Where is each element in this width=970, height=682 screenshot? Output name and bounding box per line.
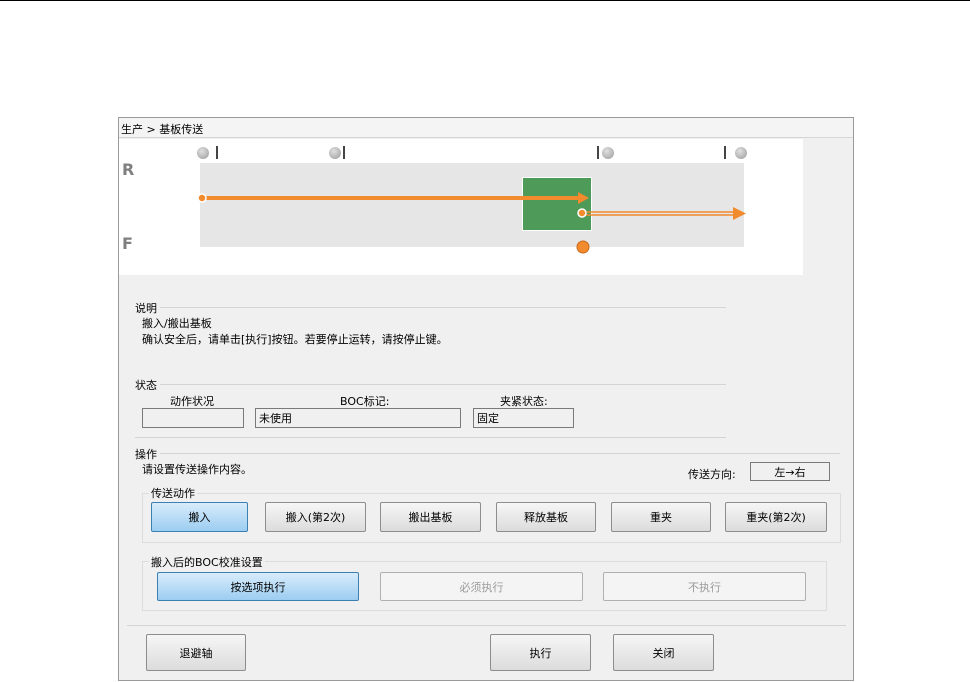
inbound-arrow-head <box>578 192 589 204</box>
operation-title: 操作 <box>135 448 157 461</box>
transfer-action-group-label: 传送动作 <box>149 485 197 501</box>
diagram-side-panel <box>803 139 853 275</box>
inbound-arrow-start <box>197 193 207 203</box>
retreat-axis-button[interactable]: 退避轴 <box>146 634 246 671</box>
status-title: 状态 <box>135 379 157 392</box>
carry-in-button[interactable]: 搬入 <box>151 502 248 532</box>
front-sensor-icon <box>576 240 590 254</box>
operation-divider <box>160 453 840 454</box>
status-action-value <box>142 408 244 428</box>
boc-setting-group-label: 搬入后的BOC校准设置 <box>149 554 265 570</box>
status-bottom-divider <box>135 437 726 438</box>
carry-out-board-button[interactable]: 搬出基板 <box>380 502 481 532</box>
boc-never-button[interactable]: 不执行 <box>603 572 806 601</box>
status-action-label: 动作状况 <box>170 395 214 408</box>
explain-line1: 搬入/搬出基板 <box>142 317 212 330</box>
status-boc-label: BOC标记: <box>340 395 390 408</box>
outbound-arrow-head <box>733 207 746 220</box>
reclamp-second-button[interactable]: 重夹(第2次) <box>725 502 827 532</box>
close-button[interactable]: 关闭 <box>613 634 714 671</box>
breadcrumb: 生产 > 基板传送 <box>119 118 853 138</box>
execute-button[interactable]: 执行 <box>490 634 591 671</box>
status-clamp-value: 固定 <box>473 408 574 428</box>
breadcrumb-text: 生产 > 基板传送 <box>121 123 204 136</box>
direction-label: 传送方向: <box>688 468 736 481</box>
boc-always-button[interactable]: 必须执行 <box>380 572 583 601</box>
status-clamp-label: 夹紧状态: <box>500 395 548 408</box>
release-board-button[interactable]: 释放基板 <box>496 502 596 532</box>
transfer-arrows <box>197 192 746 254</box>
status-divider <box>160 384 726 385</box>
carry-in-second-button[interactable]: 搬入(第2次) <box>265 502 366 532</box>
boc-per-option-button[interactable]: 按选项执行 <box>157 572 359 601</box>
reclamp-button[interactable]: 重夹 <box>611 502 711 532</box>
direction-value: 左→右 <box>750 462 830 481</box>
explain-line2: 确认安全后，请单击[执行]按钮。若要停止运转，请按停止键。 <box>142 333 448 346</box>
explain-title: 说明 <box>135 302 157 315</box>
status-boc-value: 未使用 <box>255 408 461 428</box>
operation-prompt: 请设置传送操作内容。 <box>142 463 252 476</box>
top-rule <box>0 0 970 1</box>
outbound-arrow-start <box>577 208 587 218</box>
footer-divider <box>127 625 846 626</box>
explain-divider <box>160 307 726 308</box>
